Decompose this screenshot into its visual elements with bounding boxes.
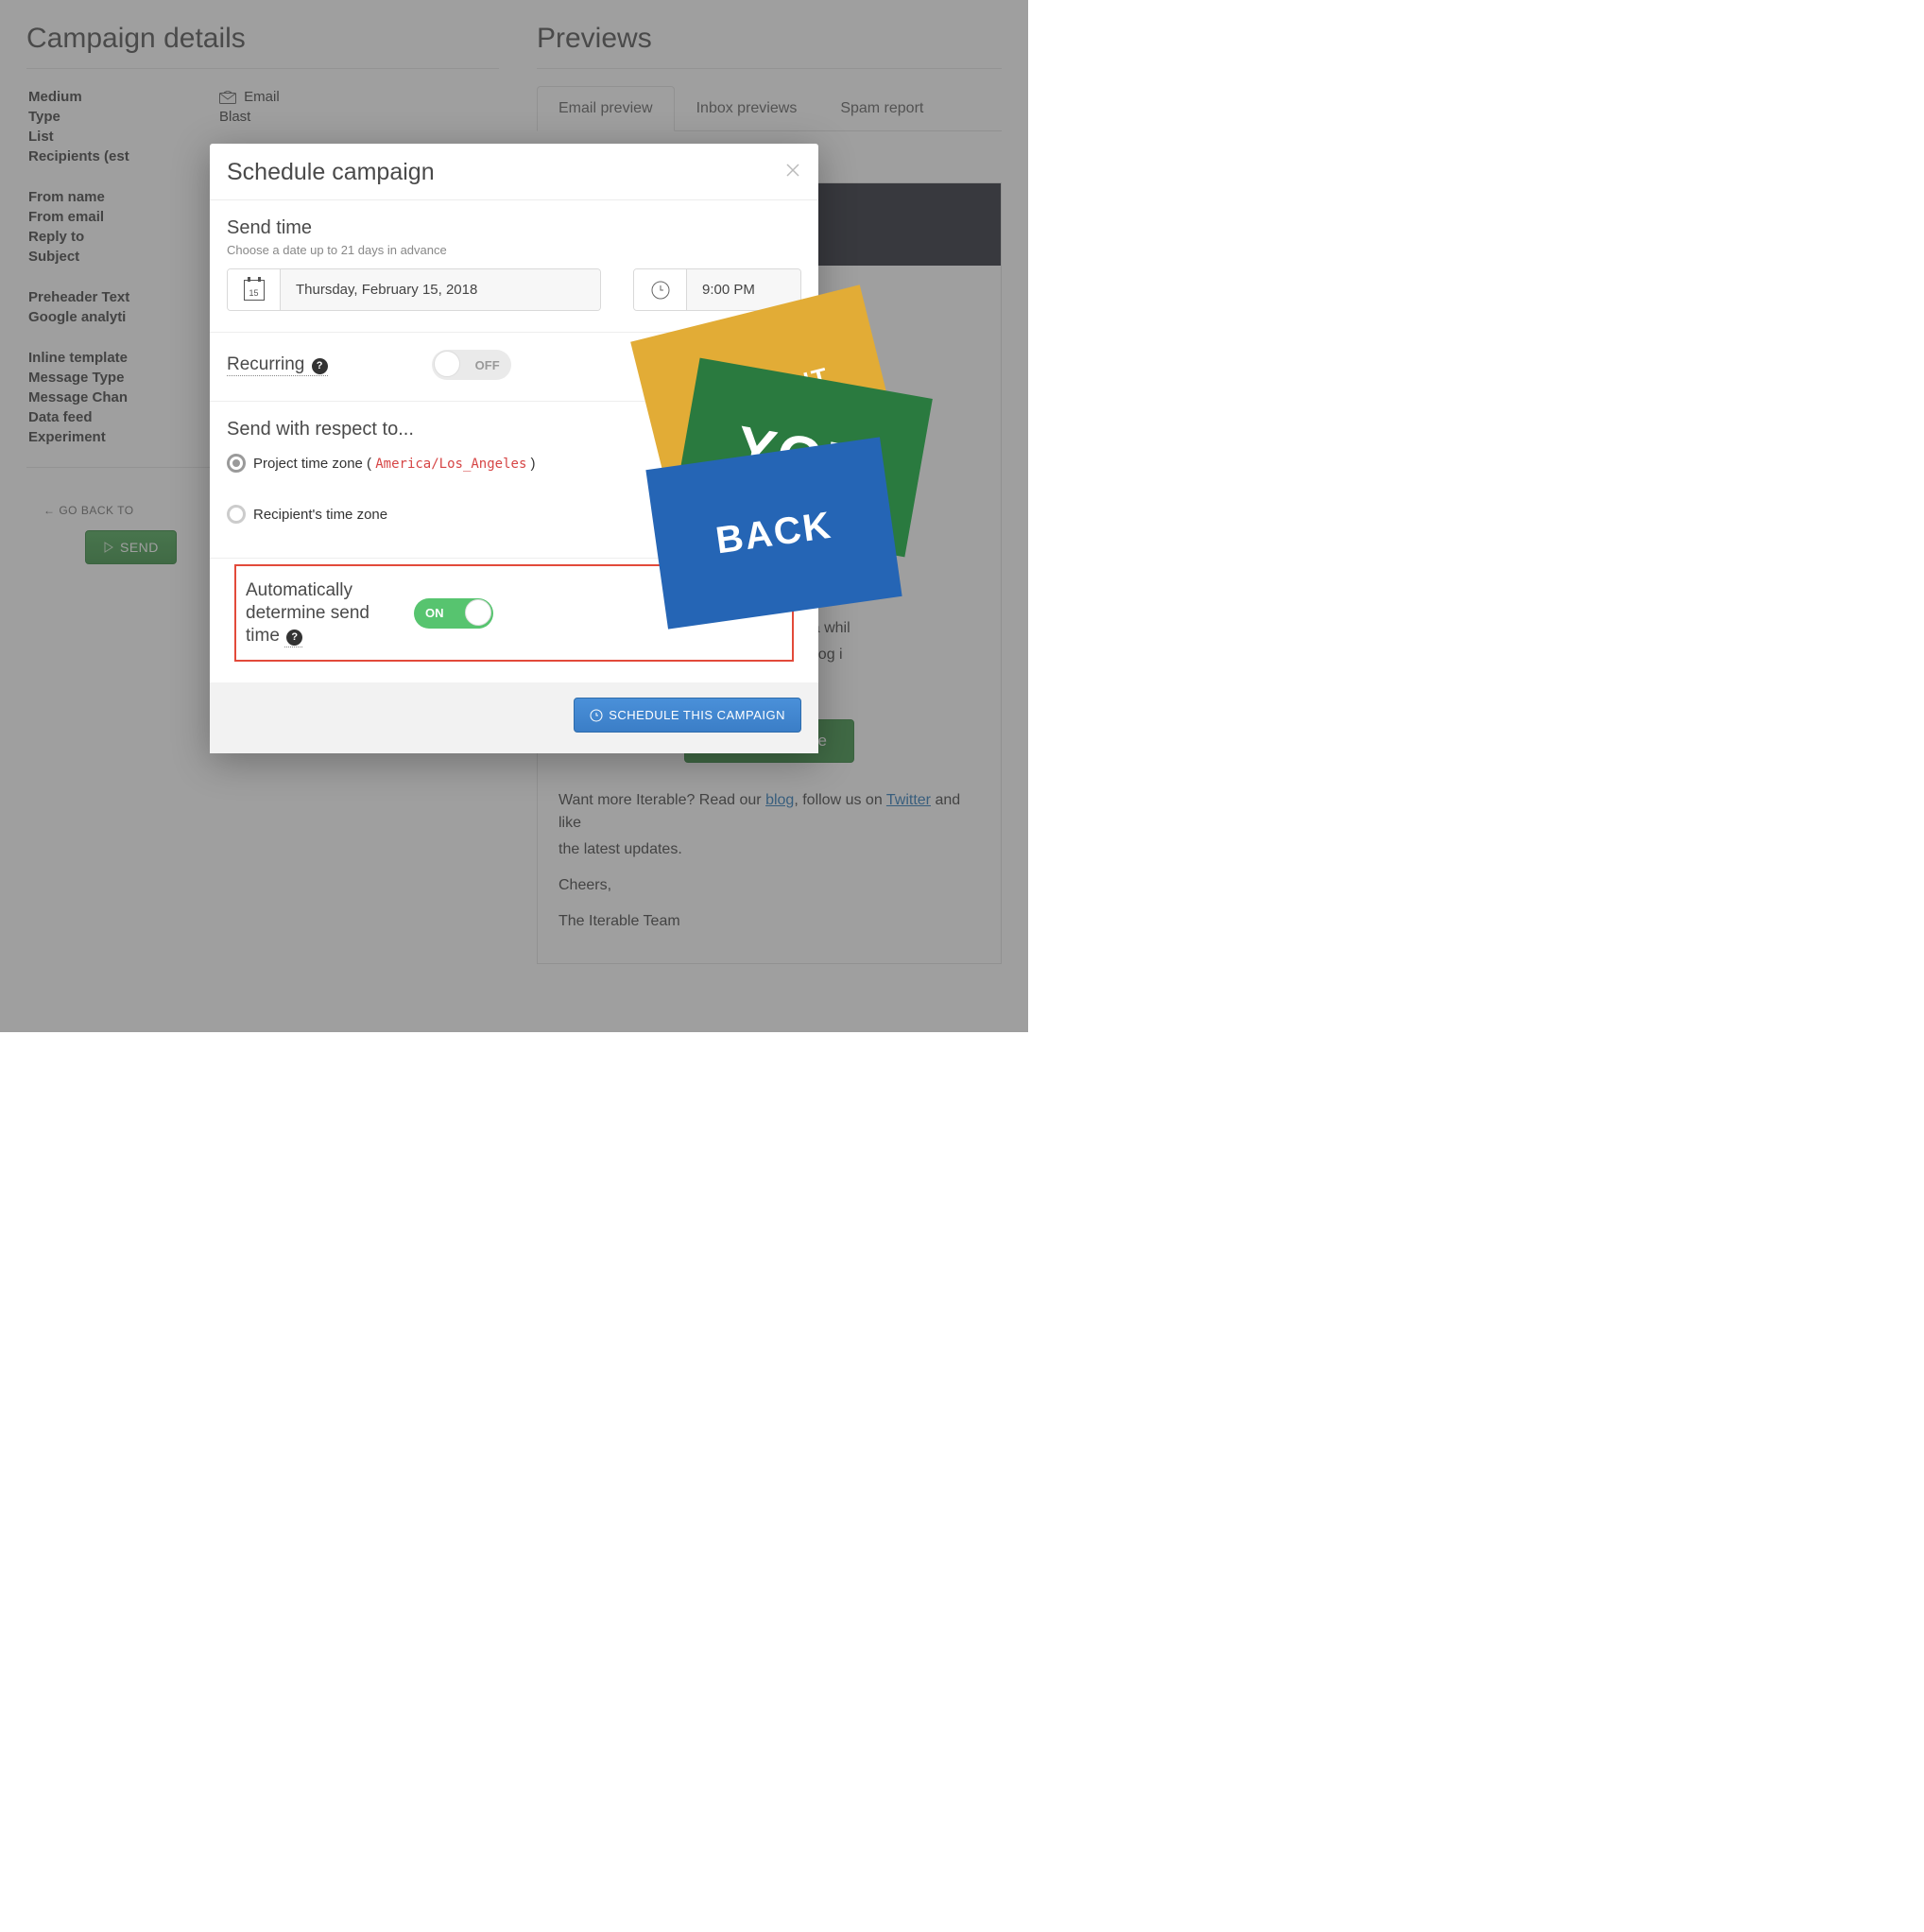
- auto-send-time-toggle[interactable]: ON: [414, 598, 493, 629]
- toggle-knob: [465, 599, 491, 626]
- schedule-this-campaign-button[interactable]: SCHEDULE THIS CAMPAIGN: [574, 698, 801, 733]
- close-icon[interactable]: [784, 162, 801, 183]
- modal-header: Schedule campaign: [210, 144, 818, 200]
- recurring-toggle[interactable]: OFF: [432, 350, 511, 380]
- date-value: Thursday, February 15, 2018: [281, 269, 600, 310]
- toggle-state-on: ON: [414, 606, 455, 620]
- calendar-icon: 15: [228, 269, 281, 310]
- card-back: BACK: [645, 437, 902, 629]
- toggle-state-off: OFF: [464, 358, 511, 372]
- clock-icon: [634, 269, 687, 310]
- radio-recipient-label: Recipient's time zone: [253, 507, 387, 523]
- send-time-section: Send time Choose a date up to 21 days in…: [210, 200, 818, 333]
- modal-footer: SCHEDULE THIS CAMPAIGN: [210, 682, 818, 753]
- auto-determine-label: Automatically determine send time ?: [246, 579, 387, 647]
- modal-title: Schedule campaign: [227, 159, 435, 186]
- date-picker[interactable]: 15 Thursday, February 15, 2018: [227, 268, 601, 311]
- radio-project-timezone[interactable]: [227, 454, 246, 473]
- help-icon[interactable]: ?: [312, 358, 328, 374]
- clock-icon: [590, 709, 603, 722]
- toggle-knob: [434, 351, 460, 377]
- timezone-code: America/Los_Angeles: [375, 457, 526, 472]
- radio-project-label: Project time zone: [253, 456, 363, 472]
- send-time-helper: Choose a date up to 21 days in advance: [227, 243, 801, 257]
- recurring-label: Recurring ?: [227, 354, 328, 375]
- send-time-heading: Send time: [227, 217, 801, 239]
- radio-recipient-timezone[interactable]: [227, 505, 246, 524]
- help-icon[interactable]: ?: [286, 630, 302, 646]
